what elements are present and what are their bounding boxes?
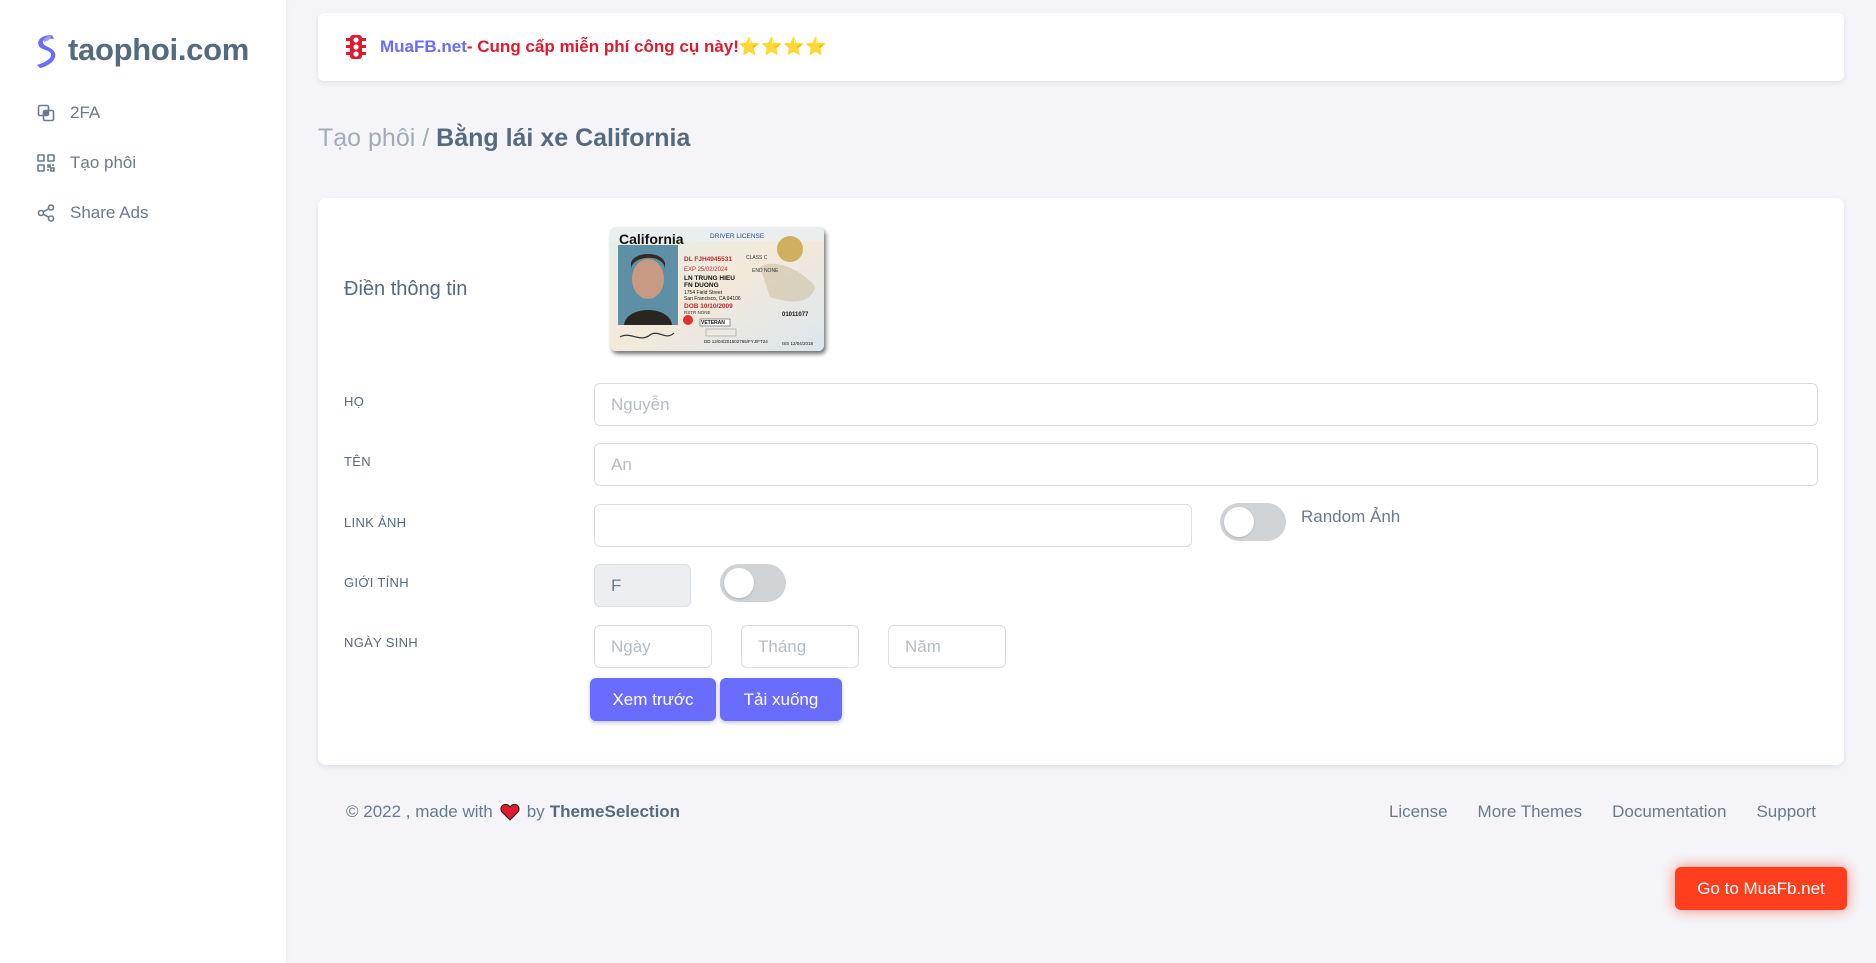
- preview-button[interactable]: Xem trước: [590, 678, 716, 721]
- random-photo-label: Random Ảnh: [1301, 507, 1401, 526]
- footer-link-support[interactable]: Support: [1756, 802, 1816, 822]
- page-title: Bằng lái xe California: [436, 124, 691, 152]
- breadcrumb-parent[interactable]: Tạo phôi: [318, 124, 415, 152]
- license-dd: DD 12/04/201502765/FYJ/FT24: [704, 339, 768, 344]
- promo-notice: MuaFB.net - Cung cấp miễn phí công cụ nà…: [318, 13, 1844, 81]
- brand-name: taophoi.com: [68, 32, 249, 67]
- license-address2: San Francisco, CA 94106: [684, 296, 741, 302]
- sidebar-item-tao-phoi[interactable]: Tạo phôi: [0, 138, 286, 188]
- birth-day-input[interactable]: [594, 625, 712, 668]
- license-card-art: California DRIVER LICENSE DL FJH4945531 …: [610, 227, 824, 351]
- gender-label: GIỚI TÍNH: [344, 575, 409, 590]
- license-doc-type: DRIVER LICENSE: [710, 233, 765, 240]
- form-card: Điền thông tin California DRIVER LICENSE…: [318, 198, 1844, 765]
- footer-link-license[interactable]: License: [1389, 802, 1448, 822]
- sidebar: taophoi.com 2FA Tạo phôi Share Ads: [0, 0, 286, 963]
- download-button[interactable]: Tải xuống: [720, 678, 842, 721]
- share-icon: [37, 204, 55, 222]
- first-name-input[interactable]: [594, 443, 1818, 486]
- license-veteran: VETERAN: [701, 320, 725, 326]
- go-to-muafb-button[interactable]: Go to MuaFb.net: [1675, 867, 1847, 910]
- gender-toggle[interactable]: [720, 564, 786, 602]
- sidebar-item-label: 2FA: [70, 103, 101, 122]
- license-end: END NONE: [752, 268, 779, 274]
- birth-month-input[interactable]: [741, 625, 859, 668]
- traffic-light-icon: [346, 35, 366, 59]
- footer-links: License More Themes Documentation Suppor…: [1389, 802, 1816, 822]
- sidebar-item-label: Share Ads: [70, 203, 149, 222]
- sidebar-item-2fa[interactable]: 2FA: [0, 88, 286, 138]
- first-name-label: TÊN: [344, 454, 371, 469]
- license-state: California: [619, 231, 684, 247]
- last-name-input[interactable]: [594, 383, 1818, 426]
- license-exp: EXP 25/02/2024: [684, 267, 728, 273]
- license-last-name: LN TRUNG HIEU: [684, 275, 735, 282]
- footer-copyright: © 2022 , made with by ThemeSelection: [346, 802, 680, 822]
- by-text: by: [526, 802, 545, 821]
- license-dob: DOB 10/10/2009: [684, 303, 733, 310]
- qr-code-icon: [37, 154, 55, 172]
- license-preview-image: California DRIVER LICENSE DL FJH4945531 …: [610, 227, 824, 351]
- sidebar-item-label: Tạo phôi: [70, 153, 137, 172]
- sidebar-item-share-ads[interactable]: Share Ads: [0, 188, 286, 238]
- license-class: CLASS C: [746, 255, 768, 261]
- photo-link-label: LINK ẢNH: [344, 515, 407, 530]
- heart-icon: [500, 803, 520, 821]
- license-dl-number: DL FJH4945531: [684, 256, 732, 263]
- notice-message: - Cung cấp miễn phí công cụ này!: [466, 37, 739, 56]
- license-iss: ISS 12/04/2018: [782, 341, 814, 346]
- sidebar-menu: 2FA Tạo phôi Share Ads: [0, 88, 286, 238]
- license-rstr: RSTR NONE: [684, 310, 711, 315]
- form-heading: Điền thông tin: [344, 278, 468, 300]
- star-rating: ⭐⭐⭐⭐: [738, 37, 828, 56]
- birth-date-label: NGÀY SINH: [344, 635, 418, 650]
- gender-field[interactable]: [594, 564, 691, 607]
- breadcrumb-separator: /: [415, 124, 437, 152]
- breadcrumb: Tạo phôi / Bằng lái xe California: [318, 124, 690, 153]
- random-photo-toggle[interactable]: [1220, 503, 1286, 541]
- last-name-label: HỌ: [344, 394, 365, 409]
- license-doc-number: 01011077: [782, 312, 809, 318]
- footer-link-more-themes[interactable]: More Themes: [1478, 802, 1583, 822]
- brand[interactable]: taophoi.com: [32, 30, 249, 70]
- author-link[interactable]: ThemeSelection: [550, 802, 680, 822]
- license-first-name: FN DUONG: [684, 282, 719, 289]
- copyright-text: © 2022 , made with: [346, 802, 493, 821]
- copy-icon: [37, 104, 55, 122]
- birth-year-input[interactable]: [888, 625, 1006, 668]
- muafb-link[interactable]: MuaFB.net: [380, 37, 467, 57]
- photo-link-input[interactable]: [594, 504, 1192, 547]
- footer-link-documentation[interactable]: Documentation: [1612, 802, 1726, 822]
- brand-s-logo-icon: [37, 35, 56, 68]
